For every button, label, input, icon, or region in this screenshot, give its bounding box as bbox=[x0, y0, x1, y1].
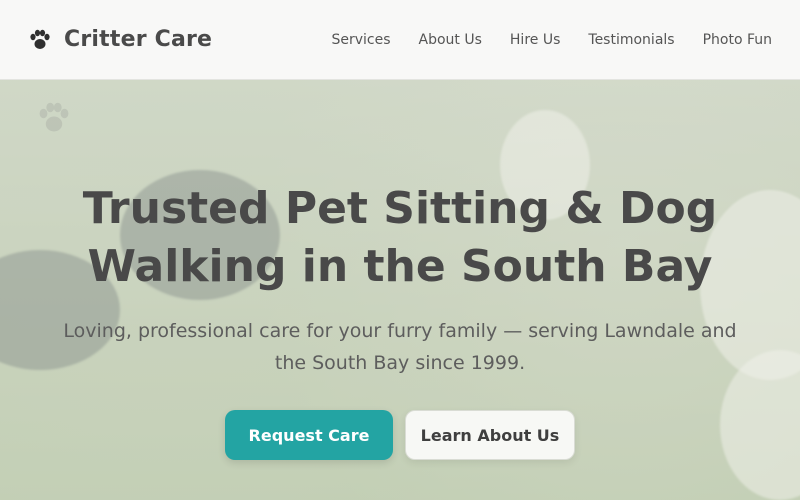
hero-title-line1: Trusted Pet Sitting & Dog bbox=[82, 183, 718, 234]
brand[interactable]: Critter Care bbox=[28, 27, 212, 52]
learn-about-us-button[interactable]: Learn About Us bbox=[405, 410, 575, 460]
hero-content: Trusted Pet Sitting & Dog Walking in the… bbox=[0, 80, 800, 500]
paw-icon bbox=[30, 29, 50, 49]
hero-title-line2: Walking in the South Bay bbox=[87, 241, 713, 292]
nav-photo-fun[interactable]: Photo Fun bbox=[703, 32, 772, 48]
nav-testimonials[interactable]: Testimonials bbox=[588, 32, 674, 48]
hero-title: Trusted Pet Sitting & Dog Walking in the… bbox=[50, 180, 750, 296]
nav-hire-us[interactable]: Hire Us bbox=[510, 32, 560, 48]
main-nav: Services About Us Hire Us Testimonials P… bbox=[331, 32, 772, 48]
hero-section: Trusted Pet Sitting & Dog Walking in the… bbox=[0, 80, 800, 500]
site-header: Critter Care Services About Us Hire Us T… bbox=[0, 0, 800, 80]
hero-subtitle: Loving, professional care for your furry… bbox=[55, 315, 745, 379]
request-care-button[interactable]: Request Care bbox=[225, 410, 393, 460]
nav-services[interactable]: Services bbox=[331, 32, 390, 48]
nav-about-us[interactable]: About Us bbox=[419, 32, 482, 48]
brand-name: Critter Care bbox=[64, 27, 213, 52]
hero-subtitle-line1: Loving, professional care for your furry… bbox=[63, 320, 737, 342]
hero-subtitle-line2: the South Bay since 1999. bbox=[274, 352, 526, 374]
